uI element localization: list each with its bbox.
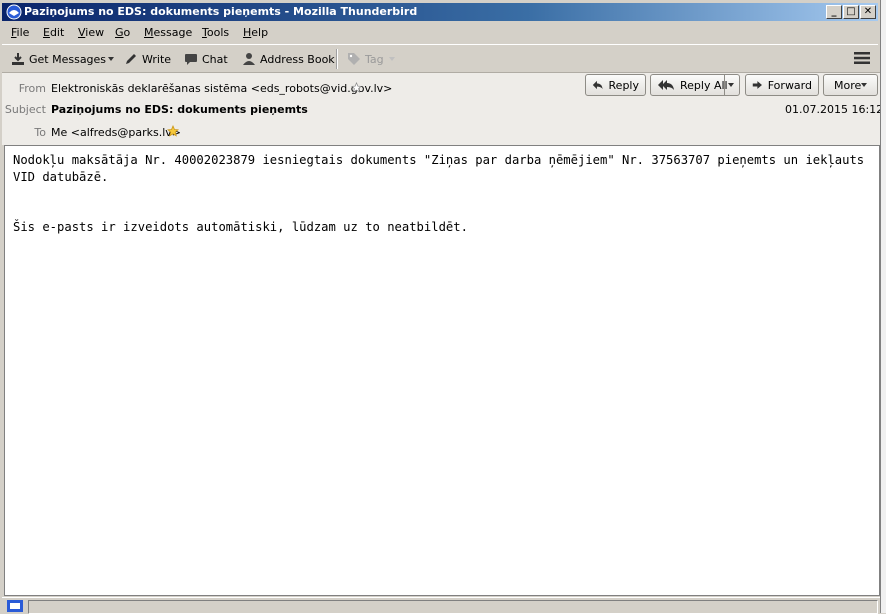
toolbar-separator xyxy=(336,49,338,69)
from-label: From xyxy=(18,82,46,95)
subject-label: Subject xyxy=(4,103,46,116)
to-label: To xyxy=(34,126,46,139)
forward-arrow-icon xyxy=(752,81,762,89)
chat-label: Chat xyxy=(202,52,228,66)
window-title: Paziņojums no EDS: dokuments pieņemts - … xyxy=(24,5,418,18)
menu-go-accel: G xyxy=(115,26,124,39)
menu-go[interactable]: Go xyxy=(115,26,130,39)
write-label: Write xyxy=(142,52,172,66)
chat-button[interactable]: Chat xyxy=(184,51,228,67)
menu-file-label: ile xyxy=(16,26,30,39)
title-bar[interactable]: Paziņojums no EDS: dokuments pieņemts - … xyxy=(2,3,878,21)
menu-go-label: o xyxy=(123,26,131,39)
menu-bar: File Edit View Go Message Tools Help xyxy=(2,24,878,42)
menu-message-accel: M xyxy=(144,26,154,39)
close-button[interactable]: ✕ xyxy=(860,5,876,19)
tag-dropdown-icon[interactable] xyxy=(389,57,395,61)
maximize-button[interactable]: □ xyxy=(843,5,859,19)
person-icon xyxy=(243,53,255,65)
background-window-edge xyxy=(880,0,886,613)
pencil-icon xyxy=(126,54,136,64)
thunderbird-app-icon xyxy=(6,4,22,20)
status-bar xyxy=(2,597,880,614)
reply-all-arrow-icon xyxy=(658,80,674,90)
reply-all-button[interactable]: Reply All xyxy=(650,74,740,96)
menu-edit[interactable]: Edit xyxy=(43,26,64,39)
menu-help[interactable]: Help xyxy=(243,26,268,39)
forward-label: Forward xyxy=(767,78,812,92)
reply-all-dropdown[interactable] xyxy=(724,75,741,95)
tag-label: Tag xyxy=(365,52,384,66)
message-paragraph-2: Šis e-pasts ir izveidots automātiski, lū… xyxy=(13,220,468,234)
message-header: From Elektroniskās deklarēšanas sistēma … xyxy=(2,72,884,145)
menu-edit-label: dit xyxy=(49,26,65,39)
menu-file[interactable]: File xyxy=(11,26,29,39)
to-star-icon[interactable] xyxy=(167,125,179,137)
main-toolbar: Get Messages Write Chat Address Book Tag xyxy=(2,44,878,73)
message-date: 01.07.2015 16:12 xyxy=(785,103,884,116)
reply-all-label: Reply All xyxy=(680,78,728,92)
more-button[interactable]: More xyxy=(823,74,878,96)
get-messages-label: Get Messages xyxy=(29,52,107,66)
menu-help-label: elp xyxy=(251,26,269,39)
status-text-area xyxy=(28,600,878,614)
activity-manager-icon[interactable] xyxy=(7,600,23,612)
message-body[interactable]: Nodokļu maksātāja Nr. 40002023879 iesnie… xyxy=(4,145,880,596)
reply-arrow-icon xyxy=(592,80,603,90)
more-label: More xyxy=(834,78,862,92)
app-menu-icon[interactable] xyxy=(853,51,871,65)
menu-view[interactable]: View xyxy=(78,26,104,39)
from-star-icon[interactable] xyxy=(351,82,362,93)
forward-button[interactable]: Forward xyxy=(745,74,819,96)
chat-bubble-icon xyxy=(185,54,197,65)
menu-message[interactable]: Message xyxy=(144,26,192,39)
write-button[interactable]: Write xyxy=(124,51,171,67)
from-value[interactable]: Elektroniskās deklarēšanas sistēma <eds_… xyxy=(51,82,392,95)
subject-value: Paziņojums no EDS: dokuments pieņemts xyxy=(51,103,308,116)
address-book-button[interactable]: Address Book xyxy=(242,51,335,67)
more-dropdown-icon xyxy=(861,83,867,87)
download-icon xyxy=(12,53,24,65)
menu-tools-label: ools xyxy=(206,26,230,39)
get-messages-dropdown-icon[interactable] xyxy=(108,57,114,61)
get-messages-button[interactable]: Get Messages xyxy=(11,51,106,67)
menu-view-label: iew xyxy=(85,26,105,39)
thunderbird-window: Paziņojums no EDS: dokuments pieņemts - … xyxy=(0,0,884,614)
minimize-button[interactable]: _ xyxy=(826,5,842,19)
reply-button[interactable]: Reply xyxy=(585,74,646,96)
tag-icon xyxy=(348,53,360,65)
message-paragraph-1: Nodokļu maksātāja Nr. 40002023879 iesnie… xyxy=(13,153,872,184)
tag-button[interactable]: Tag xyxy=(347,51,384,67)
address-book-label: Address Book xyxy=(260,52,335,66)
reply-label: Reply xyxy=(608,78,639,92)
reply-all-dropdown-icon xyxy=(727,83,734,87)
menu-edit-accel: E xyxy=(43,26,50,39)
menu-tools[interactable]: Tools xyxy=(202,26,229,39)
menu-message-label: essage xyxy=(153,26,193,39)
to-value[interactable]: Me <alfreds@parks.lv> xyxy=(51,126,181,139)
